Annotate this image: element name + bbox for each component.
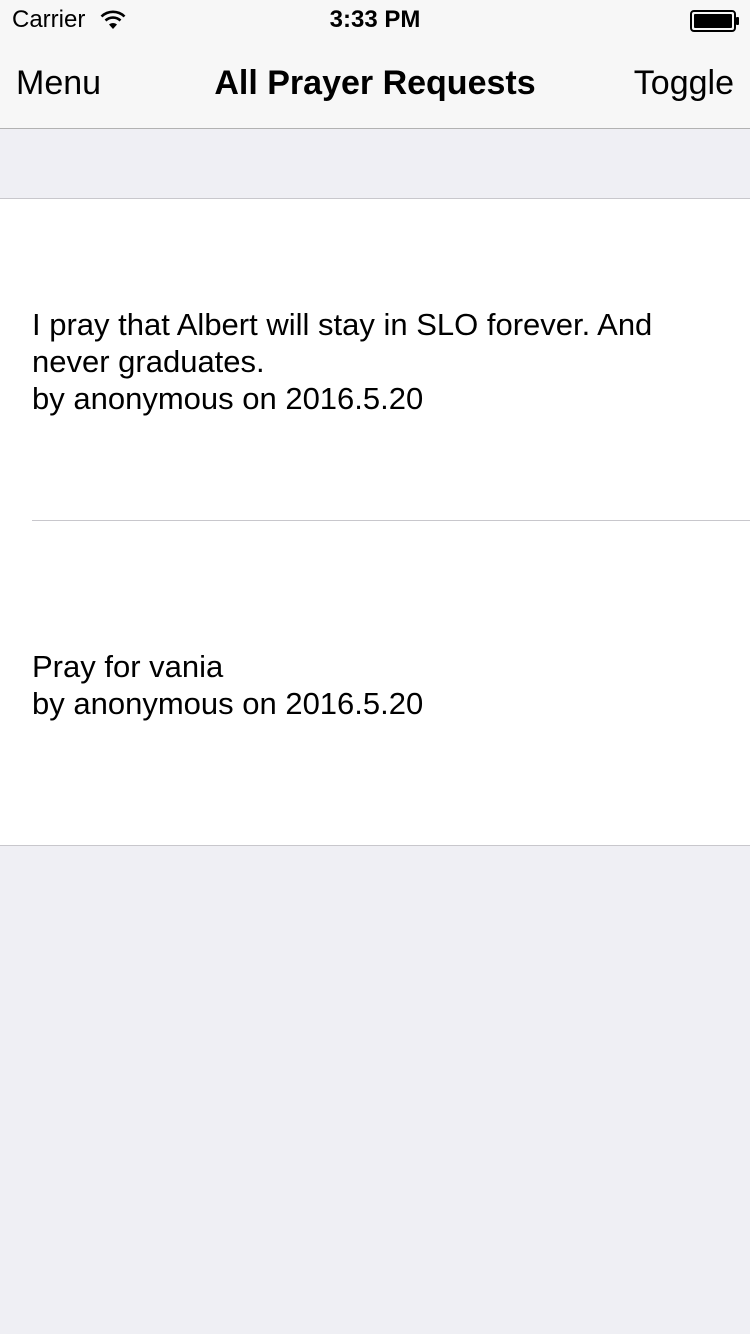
prayer-request-cell[interactable]: Pray for vania by anonymous on 2016.5.20	[0, 521, 750, 845]
navigation-bar: Menu All Prayer Requests Toggle	[0, 40, 750, 129]
prayer-request-text: I pray that Albert will stay in SLO fore…	[32, 307, 653, 379]
prayer-request-list: I pray that Albert will stay in SLO fore…	[0, 198, 750, 846]
status-bar: Carrier 3:33 PM	[0, 0, 750, 40]
prayer-request-content: Pray for vania by anonymous on 2016.5.20	[32, 648, 712, 722]
prayer-request-text: Pray for vania	[32, 649, 224, 684]
prayer-request-cell[interactable]: I pray that Albert will stay in SLO fore…	[0, 199, 750, 521]
status-time: 3:33 PM	[329, 6, 421, 33]
prayer-request-content: I pray that Albert will stay in SLO fore…	[32, 306, 712, 417]
prayer-request-byline: by anonymous on 2016.5.20	[32, 686, 424, 721]
prayer-request-byline: by anonymous on 2016.5.20	[32, 381, 424, 416]
toggle-button[interactable]: Toggle	[634, 64, 734, 103]
battery-icon	[690, 10, 739, 32]
menu-button[interactable]: Menu	[16, 64, 101, 103]
